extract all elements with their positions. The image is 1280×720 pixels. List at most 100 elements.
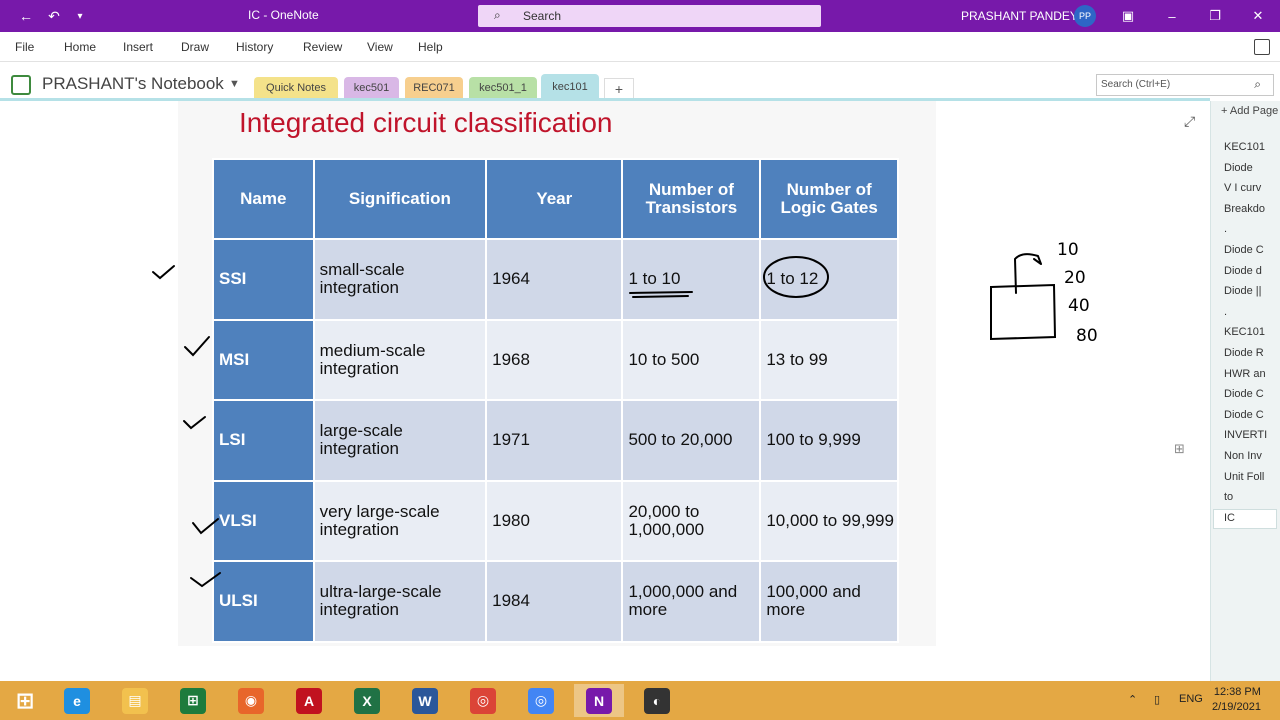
underline-transistors-ssi-2 xyxy=(632,295,689,298)
page-list-item[interactable]: INVERTI xyxy=(1224,429,1278,441)
taskbar-app-onenote[interactable]: N xyxy=(574,684,624,717)
page-list-item[interactable]: Breakdo xyxy=(1224,203,1278,215)
obs-icon: ◐ xyxy=(644,687,670,714)
close-icon[interactable]: ✕ xyxy=(1236,0,1280,32)
check-mark-lsi xyxy=(183,416,206,430)
taskbar-app-obs[interactable]: ◐ xyxy=(632,684,682,717)
window-title: IC - OneNote xyxy=(248,8,319,22)
internet-explorer-icon: e xyxy=(64,687,90,714)
notebook-name[interactable]: PRASHANT's Notebook xyxy=(42,74,224,94)
quick-access-menu-icon[interactable]: ▾ xyxy=(66,0,94,32)
section-tab-kec101[interactable]: kec101 xyxy=(541,74,599,100)
page-list-item[interactable]: . xyxy=(1224,223,1278,235)
search-icon: ⌕ xyxy=(1254,77,1261,91)
chrome-icon: ◎ xyxy=(470,687,496,714)
chrome-blue-icon: ◎ xyxy=(528,687,554,714)
menu-draw[interactable]: Draw xyxy=(181,40,209,54)
undo-icon[interactable]: ↶ xyxy=(40,0,68,32)
page-list-item[interactable]: Non Inv xyxy=(1224,450,1278,462)
chevron-down-icon[interactable]: ▼ xyxy=(229,78,240,90)
section-tab-quick-notes[interactable]: Quick Notes xyxy=(254,77,338,99)
add-section-button[interactable]: + xyxy=(604,78,634,99)
fullscreen-icon[interactable]: ▣ xyxy=(1106,0,1150,32)
page-list-item[interactable]: to xyxy=(1224,491,1278,503)
check-mark-msi xyxy=(184,336,210,357)
add-space-icon[interactable]: ⊞ xyxy=(1174,441,1185,457)
windows-taskbar: ⊞ e ▤ ⊞ ◉ A X W ◎ ◎ N ◐ ⌃ ▯ ENG 12:38 PM 2/19/2021 xyxy=(0,681,1280,720)
firefox-icon: ◉ xyxy=(238,687,264,714)
page-list-item[interactable]: Unit Foll xyxy=(1224,471,1278,483)
start-button[interactable]: ⊞ xyxy=(0,684,50,717)
plus-icon: + xyxy=(1221,105,1230,117)
ribbon-menu-bar: File Home Insert Draw History Review Vie… xyxy=(0,32,1280,62)
maximize-icon[interactable]: ❐ xyxy=(1193,0,1237,32)
page-list-item[interactable]: Diode C xyxy=(1224,244,1278,256)
minimize-icon[interactable]: – xyxy=(1150,0,1194,32)
taskbar-app-acrobat[interactable]: A xyxy=(284,684,334,717)
acrobat-icon: A xyxy=(296,687,322,714)
add-page-button[interactable]: + Add Page xyxy=(1221,105,1278,117)
search-icon: ⌕ xyxy=(494,8,501,22)
menu-home[interactable]: Home xyxy=(64,40,96,54)
page-list-item[interactable]: . xyxy=(1224,306,1278,318)
handwriting-value: 40 xyxy=(1068,296,1090,316)
page-list-item[interactable]: Diode C xyxy=(1224,409,1278,421)
clock[interactable]: 12:38 PM 2/19/2021 xyxy=(1212,685,1261,715)
taskbar-app-chrome[interactable]: ◎ xyxy=(458,684,508,717)
box-sketch xyxy=(990,283,1057,341)
circle-logic-gates-ssi xyxy=(763,256,829,298)
handwriting-value: 10 xyxy=(1057,240,1079,260)
tray-chevron-icon[interactable]: ⌃ xyxy=(1128,693,1137,706)
excel-icon: X xyxy=(354,687,380,714)
section-tab-kec501[interactable]: kec501 xyxy=(344,77,399,99)
add-page-label: Add Page xyxy=(1229,105,1279,117)
check-mark-ulsi xyxy=(190,572,221,588)
menu-view[interactable]: View xyxy=(367,40,393,54)
title-search-box[interactable]: ⌕ Search xyxy=(478,5,821,27)
notebook-icon xyxy=(11,75,31,95)
clock-date: 2/19/2021 xyxy=(1212,701,1261,713)
notebook-search-input[interactable]: Search (Ctrl+E) ⌕ xyxy=(1096,74,1274,96)
taskbar-app-excel-green[interactable]: ⊞ xyxy=(168,684,218,717)
pages-panel: + Add Page KEC101 Diode V I curv Breakdo. Di… xyxy=(1210,101,1280,681)
file-explorer-icon: ▤ xyxy=(122,687,148,714)
page-list-item[interactable]: HWR an xyxy=(1224,368,1278,380)
taskbar-app-chrome-blue[interactable]: ◎ xyxy=(516,684,566,717)
page-list-item[interactable]: IC xyxy=(1224,512,1278,524)
check-mark-vlsi xyxy=(192,518,219,535)
taskbar-app-internet-explorer[interactable]: e xyxy=(52,684,102,717)
taskbar-app-file-explorer[interactable]: ▤ xyxy=(110,684,160,717)
excel-green-icon: ⊞ xyxy=(180,687,206,714)
onenote-icon: N xyxy=(586,687,612,714)
menu-help[interactable]: Help xyxy=(418,40,443,54)
user-name[interactable]: PRASHANT PANDEY xyxy=(961,9,1078,23)
taskbar-app-excel[interactable]: X xyxy=(342,684,392,717)
menu-file[interactable]: File xyxy=(15,40,34,54)
section-tab-rec071[interactable]: REC071 xyxy=(405,77,463,99)
section-tab-kec501-1[interactable]: kec501_1 xyxy=(469,77,537,99)
ribbon-display-icon[interactable] xyxy=(1254,39,1270,55)
taskbar-app-firefox[interactable]: ◉ xyxy=(226,684,276,717)
battery-icon[interactable]: ▯ xyxy=(1154,693,1160,706)
page-list-item[interactable]: Diode d xyxy=(1224,265,1278,277)
menu-review[interactable]: Review xyxy=(303,40,342,54)
language-indicator[interactable]: ENG xyxy=(1179,693,1203,705)
page-list-item[interactable]: Diode C xyxy=(1224,388,1278,400)
back-icon[interactable]: ← xyxy=(12,0,40,32)
page-list-item[interactable]: KEC101 xyxy=(1224,326,1278,338)
page-list-item[interactable]: Diode || xyxy=(1224,285,1278,297)
avatar[interactable]: PP xyxy=(1074,5,1096,27)
menu-history[interactable]: History xyxy=(236,40,273,54)
page-list-item[interactable]: KEC101 xyxy=(1224,141,1278,153)
page-list-item[interactable]: Diode R xyxy=(1224,347,1278,359)
page-list-item[interactable]: Diode xyxy=(1224,162,1278,174)
windows-logo-icon: ⊞ xyxy=(15,687,35,713)
clock-time: 12:38 PM xyxy=(1213,686,1261,698)
page-list-item[interactable]: V I curv xyxy=(1224,182,1278,194)
underline-transistors-ssi xyxy=(629,291,693,294)
word-icon: W xyxy=(412,687,438,714)
page-canvas[interactable]: Integrated circuit classification ⤢ Name… xyxy=(0,101,1210,681)
menu-insert[interactable]: Insert xyxy=(123,40,153,54)
taskbar-app-word[interactable]: W xyxy=(400,684,450,717)
notebook-search-placeholder: Search (Ctrl+E) xyxy=(1101,79,1171,90)
